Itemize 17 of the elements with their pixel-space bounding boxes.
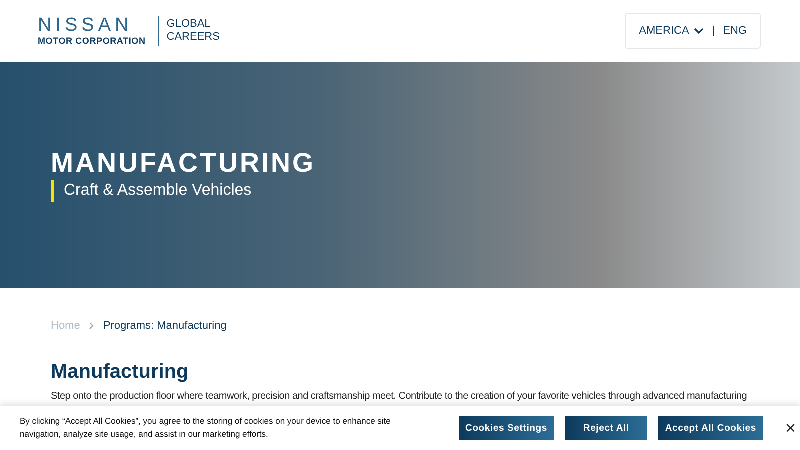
breadcrumb-link[interactable]: Programs: Manufacturing (103, 320, 227, 332)
logo[interactable]: NISSAN MOTOR CORPORATION (38, 16, 159, 46)
close-button[interactable]: × (781, 418, 800, 438)
cookie-text: By clicking “Accept All Cookies”, you agree to the storing of cookies on your device to enhance site navigation, analyze site usage, and assist in our marketing efforts. (20, 415, 392, 441)
site-name: GLOBAL CAREERS (166, 18, 220, 44)
section-text: Step onto the production floor where teamwork, precision and craftsmanship meet. Contribute to the creation of your favorite vehicles through advanced manufacturing (51, 390, 748, 403)
section-heading: Manufacturing (51, 360, 190, 384)
cookie-button[interactable]: Accept All Cookies (658, 416, 764, 440)
separator: | (712, 25, 716, 37)
cookie-button[interactable]: Reject All (565, 416, 648, 440)
hero-subtitle: Craft & Assemble Vehicles (51, 180, 316, 202)
chevron-right-icon (89, 322, 94, 330)
language-button[interactable]: ENG (723, 25, 747, 37)
chevron-down-icon (694, 28, 704, 34)
cookie-button[interactable]: Cookies Settings (458, 416, 554, 440)
hero-title: MANUFACTURING (51, 148, 316, 178)
region-dropdown[interactable]: AMERICA (639, 25, 704, 37)
